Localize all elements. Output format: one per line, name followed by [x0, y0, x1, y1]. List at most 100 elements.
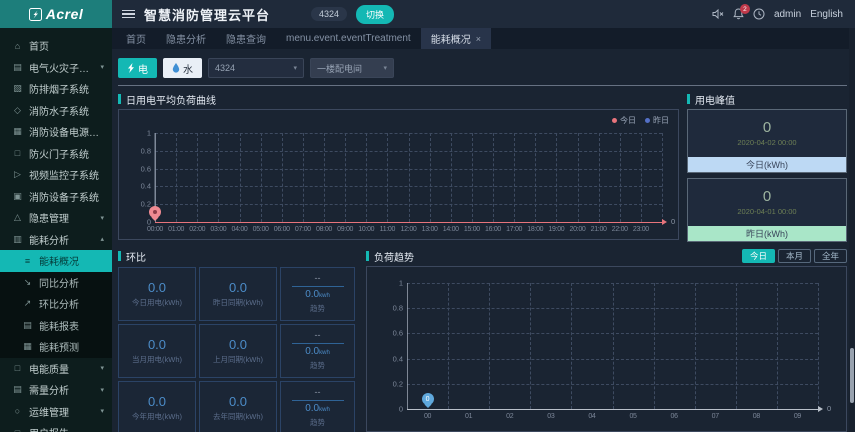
brand-name: Acrel [45, 6, 84, 22]
sidebar-item-home[interactable]: ⌂ 首页 [0, 35, 112, 57]
tab-home[interactable]: 首页 [116, 28, 156, 49]
x-axis-tick: 17:00 [506, 226, 523, 233]
sidebar-item-fire-equipment-power-subsystem[interactable]: ▦ 消防设备电源子系统 [0, 121, 112, 143]
sidebar-item-fire-equipment-subsystem[interactable]: ▣ 消防设备子系统 [0, 186, 112, 208]
y-axis-tick: 0.2 [140, 199, 151, 209]
tab-hazard-analysis[interactable]: 隐患分析 [156, 28, 216, 49]
sidebar-menu: ⌂ 首页 ▤ 电气火灾子系统 ▾ ▧ 防排烟子系统 ◇ 消防水子系统 ▦ 消防设备电源子系统 □ 防火门… [0, 28, 112, 432]
legend-item[interactable]: 昨日 [645, 115, 669, 126]
load-trend-chart: 1 0.8 0.6 0.4 0.2 0 00 01 02 03 04 05 06 07 08 09 0 0 [366, 266, 847, 432]
comparison-card-year-trend: -- 0.0kwh 趋势 [280, 381, 355, 432]
sidebar-item-power-quality[interactable]: □ 电能质量 ▾ [0, 358, 112, 380]
v-gridline [429, 133, 431, 222]
v-gridline [448, 283, 450, 409]
v-gridline [530, 283, 532, 409]
v-gridline [653, 283, 655, 409]
sidebar-item-smoke-control-subsystem[interactable]: ▧ 防排烟子系统 [0, 78, 112, 100]
sidebar-subitem-energy-overview[interactable]: ≡ 能耗概况 [0, 250, 112, 272]
tab-close-icon[interactable]: × [476, 34, 481, 44]
sidebar-item-user-report[interactable]: □ 用户报告 [0, 422, 112, 432]
x-axis-tick: 02:00 [189, 226, 206, 233]
switch-project-button[interactable]: 切换 [356, 4, 395, 24]
range-button-today[interactable]: 今日 [741, 249, 775, 263]
sidebar-item-electrical-fire-subsystem[interactable]: ▤ 电气火灾子系统 ▾ [0, 57, 112, 79]
brand-logo: Acrel [0, 0, 112, 28]
electric-toggle-button[interactable]: 电 [118, 58, 157, 78]
load-curve-panel: 日用电平均负荷曲线 今日 昨日 1 0.8 0.6 0.4 0.2 0 00:00 01:00 0… [118, 92, 679, 242]
sidebar-subitem-yoy-analysis[interactable]: ↘ 同比分析 [0, 272, 112, 294]
demand-icon: ▤ [13, 384, 22, 395]
load-trend-header: 负荷趋势 今日 本月 全年 [366, 249, 847, 264]
y-axis-tick: 0.8 [140, 146, 151, 156]
peak-card-label: 昨日(kWh) [688, 226, 846, 241]
v-gridline [176, 133, 178, 222]
trend-down-icon: ↘ [23, 276, 32, 287]
range-button-year[interactable]: 全年 [813, 249, 847, 263]
sidebar-subitem-label: 能耗报表 [39, 321, 79, 333]
water-drop-icon [172, 63, 180, 73]
comparison-card-last-month-same-period: 0.0 上月同期(kWh) [199, 324, 277, 378]
clock-icon[interactable] [753, 8, 765, 20]
menu-collapse-icon[interactable] [122, 9, 135, 19]
section-marker [118, 251, 121, 261]
sidebar-subitem-mom-analysis[interactable]: ↗ 环比分析 [0, 293, 112, 315]
sidebar-item-demand-analysis[interactable]: ▤ 需量分析 ▾ [0, 379, 112, 401]
notification-badge: 2 [739, 4, 750, 14]
v-gridline [489, 283, 491, 409]
peak-panel: 用电峰值 0 2020-04-02 00:00 今日(kWh) 0 2020-04-01… [687, 92, 847, 242]
tab-hazard-query[interactable]: 隐患查询 [216, 28, 276, 49]
tab-event-treatment[interactable]: menu.event.eventTreatment [276, 28, 421, 49]
station-select[interactable]: 4324 ▾ [208, 58, 304, 78]
peak-timestamp: 2020-04-01 00:00 [737, 207, 797, 216]
section-marker [366, 251, 369, 261]
x-axis-tick: 07 [711, 413, 719, 420]
trend-label: 趋势 [310, 304, 325, 313]
marker-pin [149, 206, 161, 218]
comparison-value: 0.0 [228, 393, 248, 409]
y-axis-tick: 0 [146, 217, 151, 227]
sidebar: Acrel ⌂ 首页 ▤ 电气火灾子系统 ▾ ▧ 防排烟子系统 ◇ 消防水子系统 ▦ 消防设备电源子… [0, 0, 112, 432]
sidebar-item-energy-analysis[interactable]: ▥ 能耗分析 ▴ [0, 229, 112, 251]
sidebar-item-ops-management[interactable]: ○ 运维管理 ▾ [0, 401, 112, 423]
trend-value: 0.0kwh [305, 289, 330, 300]
x-axis-tick: 09:00 [337, 226, 354, 233]
x-axis-tick: 08:00 [315, 226, 333, 233]
bottom-row: 环比 0.0 今日用电(kWh) 0.0 昨日同期(kWh) -- 0.0kwh 趋势 0.0… [118, 249, 847, 432]
trend-value: 0.0kwh [305, 346, 330, 357]
load-curve-title-text: 日用电平均负荷曲线 [126, 95, 216, 107]
scrollbar-thumb[interactable] [850, 348, 854, 403]
scrollbar-track[interactable] [849, 28, 855, 432]
v-gridline [471, 133, 473, 222]
sidebar-item-label: 消防设备电源子系统 [29, 128, 104, 140]
sidebar-subitem-energy-forecast[interactable]: ▦ 能耗预测 [0, 336, 112, 358]
mute-icon[interactable] [712, 8, 724, 20]
chevron-down-icon: ▾ [383, 65, 387, 72]
language-switch[interactable]: English [810, 9, 843, 20]
sidebar-item-fire-water-subsystem[interactable]: ◇ 消防水子系统 [0, 100, 112, 122]
legend-dot-icon [612, 118, 617, 123]
y-axis-line [407, 283, 408, 409]
load-curve-chart: 今日 昨日 1 0.8 0.6 0.4 0.2 0 00:00 01:00 02:00 03:00 0… [118, 109, 679, 240]
sidebar-item-fire-door-subsystem[interactable]: □ 防火门子系统 [0, 143, 112, 165]
load-trend-panel: 负荷趋势 今日 本月 全年 1 0.8 0.6 0.4 0.2 0 00 01 02 03 04 05 06… [366, 249, 847, 432]
plot-area: 1 0.8 0.6 0.4 0.2 0 00:00 01:00 02:00 03:00 04:00 0… [141, 129, 676, 233]
sidebar-item-video-monitor-subsystem[interactable]: ▷ 视频监控子系统 [0, 164, 112, 186]
y-axis-tick: 0.8 [392, 303, 403, 313]
comparison-value: 0.0 [228, 279, 248, 295]
sidebar-subitem-energy-report[interactable]: ▤ 能耗报表 [0, 315, 112, 337]
ops-icon: ○ [14, 406, 21, 417]
x-axis-tick: 18:00 [527, 226, 544, 233]
bell-icon[interactable]: 2 [733, 4, 750, 20]
water-toggle-button[interactable]: 水 [163, 58, 202, 78]
sidebar-item-hazard-management[interactable]: △ 隐患管理 ▾ [0, 207, 112, 229]
username[interactable]: admin [774, 9, 801, 20]
peak-card-today: 0 2020-04-02 00:00 今日(kWh) [687, 109, 847, 173]
room-select[interactable]: 一楼配电间 ▾ [310, 58, 394, 78]
peak-card-main: 0 2020-04-02 00:00 [688, 110, 846, 157]
legend-item[interactable]: 今日 [612, 115, 636, 126]
power-icon: ▦ [13, 126, 22, 137]
range-button-month[interactable]: 本月 [777, 249, 811, 263]
tab-label: 隐患查询 [226, 35, 266, 46]
sidebar-item-label: 防火门子系统 [29, 149, 89, 161]
tab-energy-overview[interactable]: 能耗概况 × [420, 28, 491, 49]
